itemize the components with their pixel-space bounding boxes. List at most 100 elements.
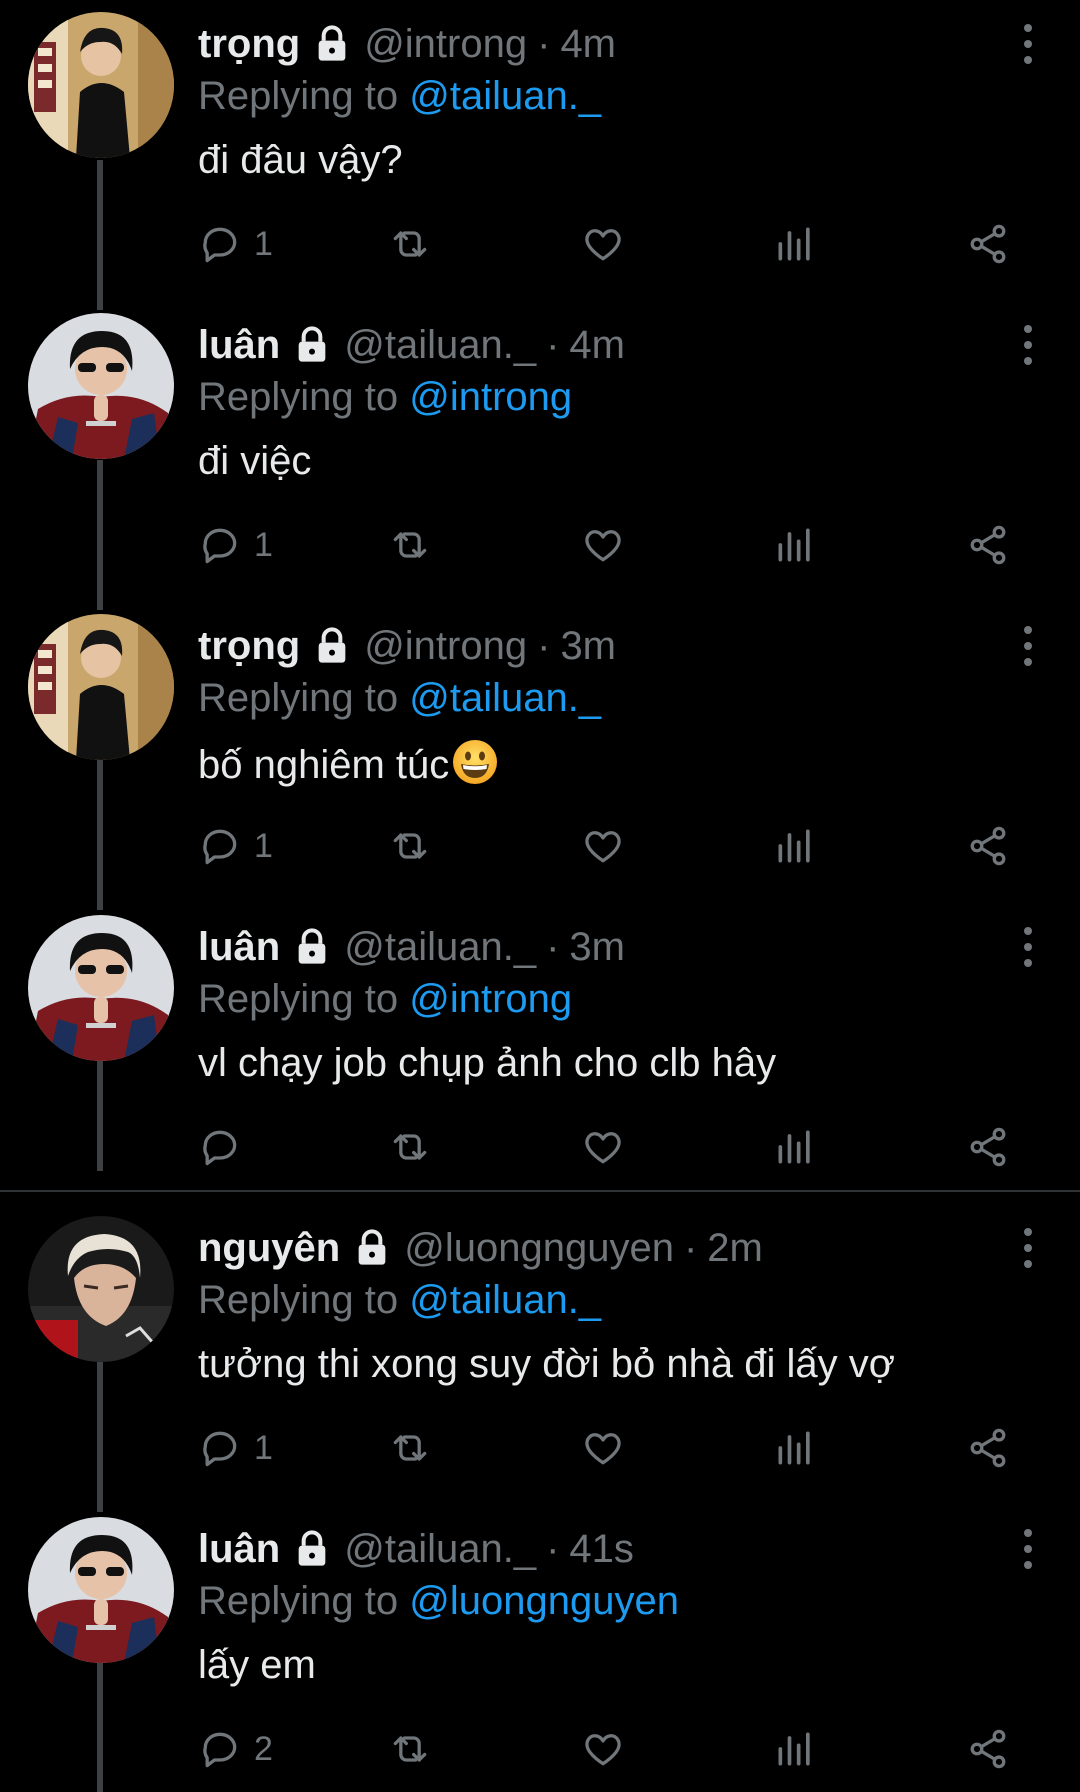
display-name[interactable]: luân [198, 1525, 280, 1573]
replying-label: Replying to [198, 1278, 399, 1322]
avatar[interactable] [28, 915, 174, 1061]
retweet-button[interactable] [388, 521, 432, 569]
tweet[interactable]: trọng @introng · 3m Replying to @tailuan… [0, 602, 1080, 902]
grinning-face-emoji [453, 740, 498, 784]
tweet-header: trọng @introng · 3m [198, 622, 1080, 670]
avatar[interactable] [28, 12, 174, 158]
tweet-text: bố nghiêm túc [198, 743, 450, 787]
user-handle[interactable]: @luongnguyen [404, 1224, 674, 1272]
tweet[interactable]: trọng @introng · 4m Replying to @tailuan… [0, 0, 1080, 300]
like-button[interactable] [581, 1725, 625, 1773]
replying-to-link[interactable]: @luongnguyen [409, 1579, 679, 1623]
reply-button[interactable] [198, 1123, 254, 1171]
tweet[interactable]: luân @tailuan._ · 4m Replying to @intron… [0, 301, 1080, 601]
share-button[interactable] [966, 822, 1010, 870]
reply-button[interactable]: 1 [198, 521, 273, 569]
display-name[interactable]: nguyên [198, 1224, 340, 1272]
like-button[interactable] [581, 1123, 625, 1171]
tweet-text: đi đâu vậy? [198, 138, 403, 182]
more-vertical-icon[interactable] [1016, 323, 1040, 367]
separator-dot: · [537, 22, 551, 66]
reply-button[interactable]: 1 [198, 220, 273, 268]
reply-icon [203, 528, 237, 564]
share-button[interactable] [966, 521, 1010, 569]
tweet[interactable]: luân @tailuan._ · 41s Replying to @luong… [0, 1505, 1080, 1792]
separator-dot: · [683, 1226, 698, 1270]
reply-icon [203, 829, 237, 865]
reply-count: 1 [254, 1428, 273, 1467]
replying-to-link[interactable]: @introng [409, 977, 572, 1021]
tweet[interactable]: luân @tailuan._ · 3m Replying to @intron… [0, 903, 1080, 1203]
user-handle[interactable]: @tailuan._ [344, 321, 536, 369]
display-name[interactable]: trọng [198, 20, 300, 68]
retweet-button[interactable] [388, 1725, 432, 1773]
reply-icon [203, 227, 237, 263]
more-vertical-icon[interactable] [1016, 1226, 1040, 1270]
user-handle[interactable]: @tailuan._ [344, 1525, 536, 1573]
user-handle[interactable]: @tailuan._ [344, 923, 536, 971]
tweet-actions: 1 [198, 521, 1038, 569]
retweet-button[interactable] [388, 220, 432, 268]
avatar[interactable] [28, 1216, 174, 1362]
timestamp[interactable]: 4m [560, 20, 616, 68]
views-button[interactable] [773, 1424, 817, 1472]
tweet[interactable]: nguyên @luongnguyen · 2m Replying to @ta… [0, 1204, 1080, 1504]
display-name[interactable]: trọng [198, 622, 300, 670]
conversation-timeline: trọng @introng · 4m Replying to @tailuan… [0, 0, 1080, 1792]
retweet-button[interactable] [388, 1424, 432, 1472]
like-button[interactable] [581, 521, 625, 569]
lock-icon [358, 1229, 386, 1265]
reply-button[interactable]: 2 [198, 1725, 273, 1773]
replying-to-line: Replying to @introng [198, 373, 1080, 421]
timestamp[interactable]: 41s [569, 1525, 634, 1573]
views-button[interactable] [773, 1725, 817, 1773]
like-icon [585, 229, 621, 261]
timestamp[interactable]: 3m [569, 923, 625, 971]
tweet-text: đi việc [198, 439, 312, 483]
share-icon [970, 525, 1006, 565]
avatar[interactable] [28, 614, 174, 760]
replying-to-link[interactable]: @tailuan._ [409, 1278, 601, 1322]
more-vertical-icon[interactable] [1016, 1527, 1040, 1571]
timestamp[interactable]: 2m [707, 1224, 763, 1272]
more-vertical-icon[interactable] [1016, 624, 1040, 668]
retweet-icon [393, 532, 427, 558]
like-button[interactable] [581, 1424, 625, 1472]
display-name[interactable]: luân [198, 321, 280, 369]
replying-to-link[interactable]: @tailuan._ [409, 74, 601, 118]
views-button[interactable] [773, 822, 817, 870]
timestamp[interactable]: 4m [569, 321, 625, 369]
avatar[interactable] [28, 1517, 174, 1663]
thread-divider [0, 1190, 1080, 1192]
share-button[interactable] [966, 220, 1010, 268]
views-button[interactable] [773, 1123, 817, 1171]
user-handle[interactable]: @introng [364, 20, 527, 68]
share-button[interactable] [966, 1725, 1010, 1773]
timestamp[interactable]: 3m [560, 622, 616, 670]
more-vertical-icon[interactable] [1016, 22, 1040, 66]
user-handle[interactable]: @introng [364, 622, 527, 670]
replying-to-link[interactable]: @tailuan._ [409, 676, 601, 720]
replying-to-link[interactable]: @introng [409, 375, 572, 419]
reply-button[interactable]: 1 [198, 1424, 273, 1472]
views-button[interactable] [773, 220, 817, 268]
share-button[interactable] [966, 1123, 1010, 1171]
replying-label: Replying to [198, 74, 399, 118]
retweet-button[interactable] [388, 822, 432, 870]
replying-to-line: Replying to @luongnguyen [198, 1577, 1080, 1625]
views-button[interactable] [773, 521, 817, 569]
retweet-icon [393, 1134, 427, 1160]
more-vertical-icon[interactable] [1016, 925, 1040, 969]
avatar[interactable] [28, 313, 174, 459]
share-button[interactable] [966, 1424, 1010, 1472]
display-name[interactable]: luân [198, 923, 280, 971]
reply-count: 2 [254, 1729, 273, 1768]
retweet-button[interactable] [388, 1123, 432, 1171]
tweet-actions: 1 [198, 220, 1038, 268]
like-button[interactable] [581, 220, 625, 268]
replying-label: Replying to [198, 1579, 399, 1623]
reply-button[interactable]: 1 [198, 822, 273, 870]
avatar-nguyen-image [28, 1216, 174, 1362]
separator-dot: · [537, 624, 551, 668]
like-button[interactable] [581, 822, 625, 870]
